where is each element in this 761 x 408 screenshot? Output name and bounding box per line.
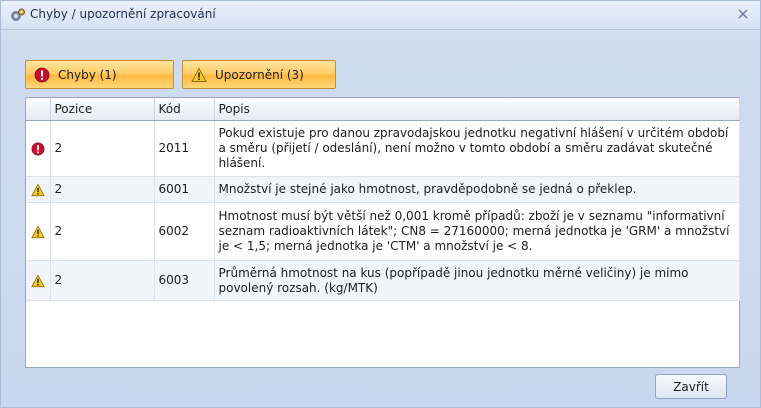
cell-description: Množství je stejné jako hmotnost, pravdě…: [214, 176, 740, 203]
cell-description: Průměrná hmotnost na kus (popřípadě jino…: [214, 260, 740, 301]
column-header-description[interactable]: Popis: [214, 98, 740, 121]
table-row[interactable]: 2 6003 Průměrná hmotnost na kus (popřípa…: [26, 260, 740, 301]
warning-icon: [30, 273, 45, 287]
column-header-icon[interactable]: [26, 98, 51, 121]
cell-position: 2: [50, 176, 155, 203]
close-window-button[interactable]: [734, 5, 752, 23]
tab-errors-label: Chyby (1): [58, 67, 117, 82]
tab-warnings[interactable]: Upozornění (3): [182, 60, 336, 89]
tab-warnings-label: Upozornění (3): [215, 67, 304, 82]
table-row[interactable]: 2 6001 Množství je stejné jako hmotnost,…: [26, 176, 740, 203]
column-header-code[interactable]: Kód: [154, 98, 215, 121]
close-icon: [738, 9, 748, 19]
cell-position: 2: [50, 120, 155, 177]
table-row[interactable]: 2 2011 Pokud existuje pro danou zpravoda…: [26, 120, 740, 177]
dialog-window: Chyby / upozornění zpracování Chyby (1) …: [0, 0, 761, 408]
warning-icon: [30, 182, 45, 196]
warning-icon: [30, 224, 45, 238]
cell-code: 2011: [154, 120, 215, 177]
cell-code: 6001: [154, 176, 215, 203]
error-icon: [31, 142, 45, 155]
error-icon: [34, 67, 50, 82]
column-header-position[interactable]: Pozice: [50, 98, 155, 121]
window-title: Chyby / upozornění zpracování: [30, 7, 216, 21]
grid-header-row: Pozice Kód Popis: [26, 98, 740, 121]
cell-description: Hmotnost musí být větší než 0,001 kromě …: [214, 202, 740, 261]
cell-code: 6003: [154, 260, 215, 301]
cell-code: 6002: [154, 202, 215, 261]
gears-icon: [11, 8, 25, 21]
cell-position: 2: [50, 260, 155, 301]
title-bar: Chyby / upozornění zpracování: [1, 1, 760, 30]
cell-position: 2: [50, 202, 155, 261]
warning-icon: [191, 67, 207, 82]
cell-description: Pokud existuje pro danou zpravodajskou j…: [214, 120, 740, 177]
tab-errors[interactable]: Chyby (1): [25, 60, 174, 89]
close-button[interactable]: Zavřít: [655, 374, 727, 399]
table-row[interactable]: 2 6002 Hmotnost musí být větší než 0,001…: [26, 202, 740, 261]
messages-grid[interactable]: Pozice Kód Popis 2 2011 Pokud existuje p…: [25, 97, 740, 368]
